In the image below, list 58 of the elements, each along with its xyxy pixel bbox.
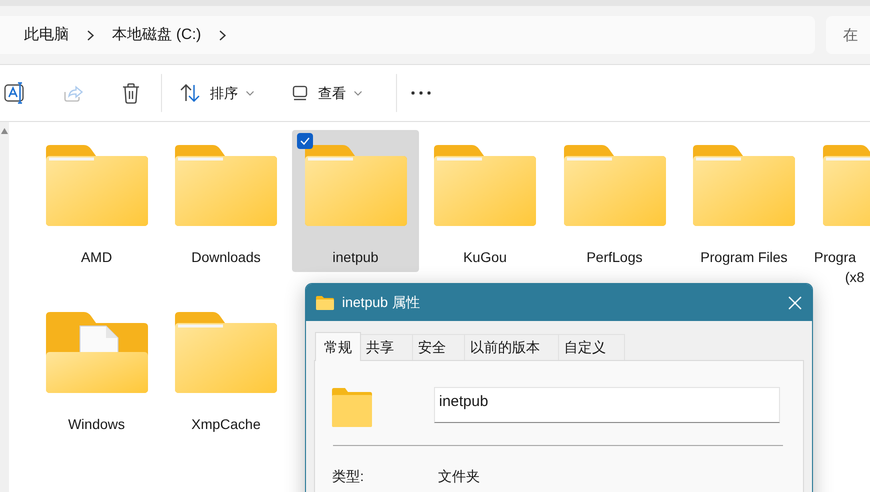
folder-name: (x8: [844, 268, 866, 287]
close-icon[interactable]: [788, 296, 802, 310]
dialog-tab[interactable]: 共享: [361, 334, 413, 360]
chevron-right-icon: [219, 30, 226, 40]
folder-tile[interactable]: Windows: [33, 297, 160, 439]
dialog-tab[interactable]: 安全: [413, 334, 465, 360]
delete-icon: [122, 82, 140, 104]
caret-icon: [246, 90, 254, 96]
dialog-tab[interactable]: 自定义: [559, 334, 625, 360]
sort-button[interactable]: 排序: [166, 75, 268, 111]
folder-tile[interactable]: AMD: [33, 130, 160, 272]
folder-name: Program Files: [699, 248, 789, 267]
folder-name: Progra: [814, 248, 858, 267]
folder-icon: [175, 312, 277, 393]
folder-tile[interactable]: inetpub: [292, 130, 419, 272]
property-value: 文件夹: [438, 467, 480, 486]
folder-tile[interactable]: Progra (x8: [810, 130, 870, 292]
folder-name: KuGou: [462, 248, 508, 267]
folder-icon: [332, 388, 372, 427]
folder-tile[interactable]: PerfLogs: [551, 130, 678, 272]
folder-tile[interactable]: Downloads: [162, 130, 290, 272]
caret-icon: [354, 90, 362, 96]
dialog-tab[interactable]: 常规: [315, 332, 361, 361]
folder-name: AMD: [80, 248, 114, 267]
folder-tile[interactable]: KuGou: [422, 130, 548, 272]
share-icon: [63, 84, 83, 102]
folder-tile[interactable]: XmpCache: [162, 297, 290, 439]
view-button[interactable]: 查看: [278, 75, 376, 111]
breadcrumb-item[interactable]: 此电脑: [24, 24, 69, 46]
property-label: 类型:: [332, 467, 365, 486]
folder-icon: [46, 145, 148, 226]
view-icon: [292, 85, 308, 101]
folder-name: PerfLogs: [585, 248, 644, 267]
folder-icon: [693, 145, 795, 226]
checkbox[interactable]: [297, 133, 313, 149]
checkmark-icon: [300, 137, 310, 145]
sort-icon: [180, 84, 200, 102]
rename-icon: [4, 82, 26, 104]
folder-icon: [316, 296, 334, 310]
name-field[interactable]: inetpub: [434, 387, 780, 423]
folder-icon: [434, 145, 536, 226]
address-bar[interactable]: 此电脑 本地磁盘 (C:): [0, 16, 815, 54]
folder-icon: [564, 145, 666, 226]
folder-with-document-icon: [46, 312, 148, 393]
more-icon: [411, 91, 431, 95]
chevron-right-icon: [87, 30, 94, 40]
folder-icon: [175, 145, 277, 226]
dialog-tab[interactable]: 以前的版本: [465, 334, 559, 360]
search-field[interactable]: 在: [826, 16, 870, 54]
folder-name: Windows: [67, 415, 126, 434]
folder-icon: [304, 145, 406, 226]
folder-name: inetpub: [332, 248, 380, 267]
folder-name: XmpCache: [190, 415, 262, 434]
dialog-title: inetpub 属性: [342, 293, 421, 312]
breadcrumb-item[interactable]: 本地磁盘 (C:): [112, 24, 202, 46]
scroll-up-icon[interactable]: [1, 128, 8, 134]
folder-tile[interactable]: Program Files: [680, 130, 808, 272]
folder-name: Downloads: [190, 248, 262, 267]
